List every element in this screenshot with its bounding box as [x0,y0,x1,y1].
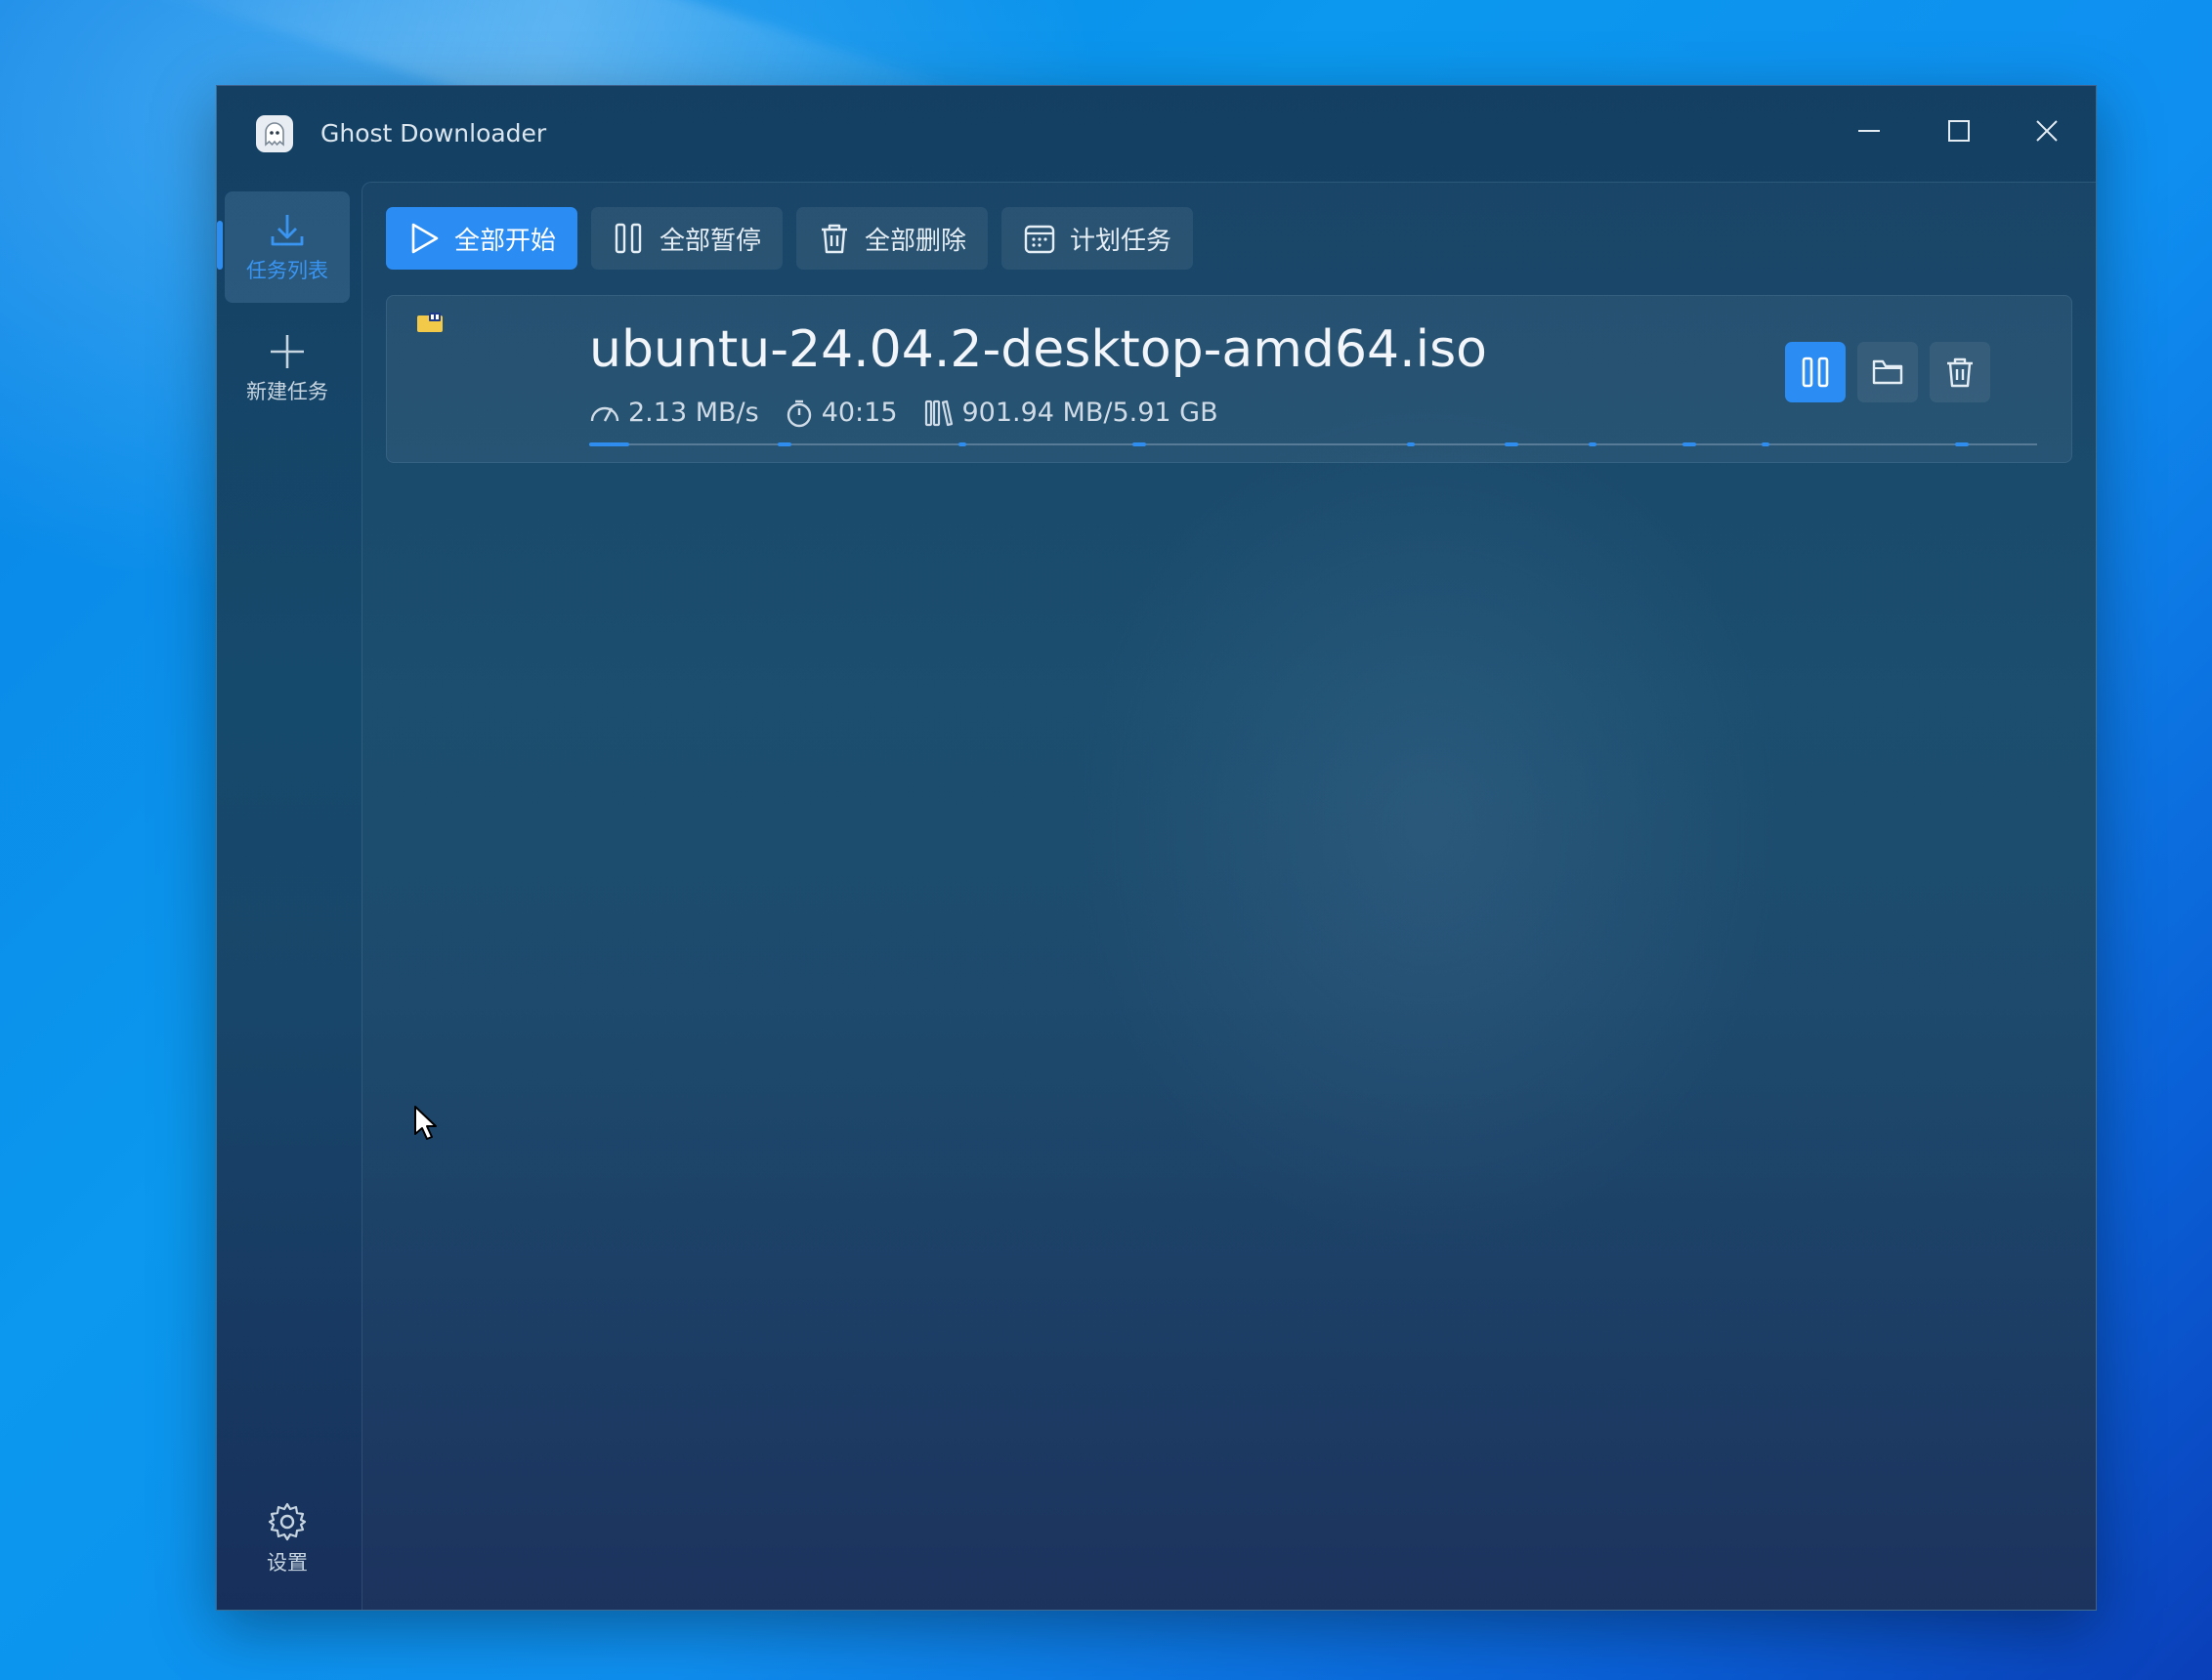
pause-icon [615,223,642,254]
maximize-button[interactable] [1925,107,1993,154]
open-folder-button[interactable] [1857,342,1918,402]
close-icon [2036,120,2058,142]
progress-segment [1762,442,1769,446]
minimize-button[interactable] [1835,107,1903,154]
file-type-icon [417,313,443,332]
progress-segment [1682,442,1696,446]
size-group: 901.94 MB/5.91 GB [923,396,1218,431]
pause-all-label: 全部暂停 [659,226,762,256]
nav-item-task-list[interactable]: 任务列表 [225,191,350,303]
library-icon [924,399,953,427]
delete-task-button[interactable] [1930,342,1990,402]
speedometer-icon [590,406,619,422]
trash-icon [822,224,848,254]
progress-segment [1407,442,1415,446]
nav-label-settings: 设置 [267,1551,308,1575]
trash-icon [1947,357,1973,388]
delete-all-label: 全部删除 [865,226,967,256]
progress-segment [1132,442,1146,446]
nav-label-task-list: 任务列表 [246,259,328,282]
speed-group: 2.13 MB/s [589,396,759,431]
delete-all-button[interactable]: 全部删除 [796,207,989,270]
play-icon [411,223,439,254]
progress-segment [958,442,966,446]
progress-segment [1589,442,1596,446]
schedule-task-label: 计划任务 [1070,226,1172,256]
app-window: Ghost Downloader 全部开始 全部暂停 全部删除 计划任务 ubu… [216,85,2097,1611]
progress-segment [1505,442,1518,446]
minimize-icon [1858,130,1880,132]
window-title: Ghost Downloader [320,119,547,147]
pause-all-button[interactable]: 全部暂停 [591,207,784,270]
ghost-logo-icon [256,115,293,152]
toolbar: 全部开始 全部暂停 全部删除 计划任务 [386,207,1194,270]
title-bar[interactable]: Ghost Downloader [217,86,2096,182]
task-file-name: ubuntu-24.04.2-desktop-amd64.iso [589,320,1487,379]
progress-segment [1955,442,1969,446]
nav-label-new-task: 新建任务 [246,380,328,403]
active-nav-indicator [217,221,223,270]
gear-icon [268,1502,307,1541]
nav-item-new-task[interactable]: 新建任务 [225,313,350,424]
download-progress-bar [589,441,2037,448]
maximize-icon [1948,120,1970,142]
calendar-icon [1024,225,1055,254]
close-button[interactable] [2013,107,2081,154]
pause-task-button[interactable] [1785,342,1846,402]
folder-icon [1872,359,1903,385]
plus-icon [271,335,304,368]
pause-icon [1802,357,1829,388]
schedule-task-button[interactable]: 计划任务 [1001,207,1194,270]
time-group: 40:15 [785,396,898,431]
downloaded-size: 901.94 MB/5.91 GB [961,398,1218,428]
nav-item-settings[interactable]: 设置 [225,1483,350,1594]
start-all-label: 全部开始 [454,226,557,256]
progress-track [589,443,2037,445]
download-speed: 2.13 MB/s [628,398,759,428]
start-all-button[interactable]: 全部开始 [386,207,578,270]
progress-segment [778,442,791,446]
time-remaining: 40:15 [821,398,898,428]
download-task-card[interactable]: ubuntu-24.04.2-desktop-amd64.iso 2.13 MB… [386,295,2072,463]
progress-fill [589,442,629,446]
main-content: 全部开始 全部暂停 全部删除 计划任务 ubuntu-24.04.2-deskt… [362,182,2096,1610]
mouse-cursor-icon [414,1106,437,1140]
task-meta-row: 2.13 MB/s 40:15 901.94 MB/5.91 GB [589,396,1244,431]
timer-icon [787,399,811,428]
download-icon [271,215,304,246]
